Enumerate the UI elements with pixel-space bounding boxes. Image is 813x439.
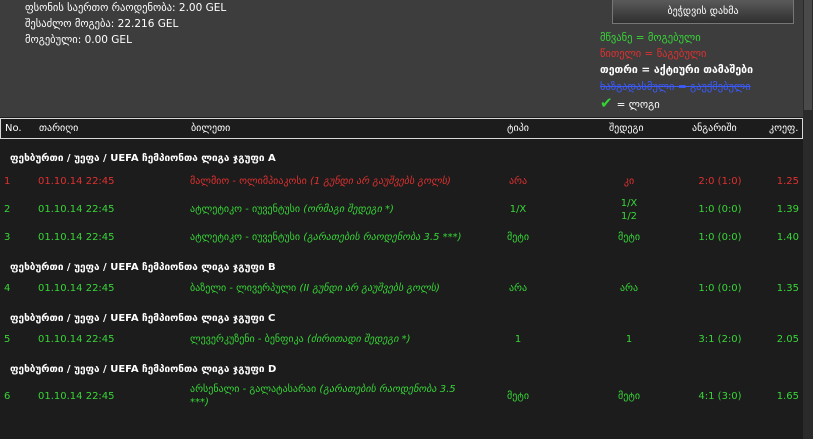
group-title: ფეხბურთი / უეფა / UEFA ჩემპიონთა ლიგა ჯგ… xyxy=(10,313,276,324)
potential-win-text: შესაძლო მოგება: 22.216 GEL xyxy=(25,18,179,30)
ticket-summary-panel: ფსონის საერთო რაოდენობა: 2.00 GEL შესაძლ… xyxy=(0,0,803,117)
col-no: No. xyxy=(5,123,22,134)
row-odds: 1.35 xyxy=(776,283,799,294)
group-title: ფეხბურთი / უეფა / UEFA ჩემპიონთა ლიგა ჯგ… xyxy=(10,364,277,375)
col-date: თარიღი xyxy=(39,123,79,134)
legend-won: მწვანე = მოგებული xyxy=(600,32,701,44)
table-header: No. თარიღი ბილეთი ტიპი შედეგი ანგარიში კ… xyxy=(0,118,803,139)
total-stake-text: ფსონის საერთო რაოდენობა: 2.00 GEL xyxy=(25,2,227,14)
group-title: ფეხბურთი / უეფა / UEFA ჩემპიონთა ლიგა ჯგ… xyxy=(10,153,276,164)
legend-active: თეთრი = აქტიური თამაშები xyxy=(600,64,754,77)
print-button[interactable]: ბეჭდვის დახმა xyxy=(612,0,794,24)
legend-stake-label: = ლოგი xyxy=(616,98,660,111)
won-amount-text: მოგებული: 0.00 GEL xyxy=(25,34,132,46)
bets-table: ფეხბურთი / უეფა / UEFA ჩემპიონთა ლიგა ჯგ… xyxy=(0,139,803,439)
legend-lost: წითელი = წაგებული xyxy=(600,48,707,61)
legend-stake: ✔ = ლოგი xyxy=(600,95,753,113)
row-odds: 1.40 xyxy=(776,232,799,243)
col-odds: კოეფ. xyxy=(769,123,799,134)
row-odds: 1.25 xyxy=(776,176,799,187)
scrollbar-thumb[interactable] xyxy=(804,0,812,110)
checkmark-icon: ✔ xyxy=(600,93,613,112)
col-prediction: შედეგი xyxy=(609,123,644,134)
row-odds: 1.39 xyxy=(776,204,799,215)
col-result: ანგარიში xyxy=(692,123,737,134)
col-type: ტიპი xyxy=(507,123,529,134)
color-legend: მწვანე = მოგებული წითელი = წაგებული თეთრ… xyxy=(600,30,753,113)
col-event: ბილეთი xyxy=(191,123,231,134)
summary-block: ფსონის საერთო რაოდენობა: 2.00 GEL შესაძლ… xyxy=(25,0,226,48)
legend-cancelled: ხაზგადასმული = გაუქმებული xyxy=(600,80,751,93)
row-odds: 1.65 xyxy=(776,391,799,402)
row-odds: 2.05 xyxy=(776,334,799,345)
group-title: ფეხბურთი / უეფა / UEFA ჩემპიონთა ლიგა ჯგ… xyxy=(10,262,276,273)
